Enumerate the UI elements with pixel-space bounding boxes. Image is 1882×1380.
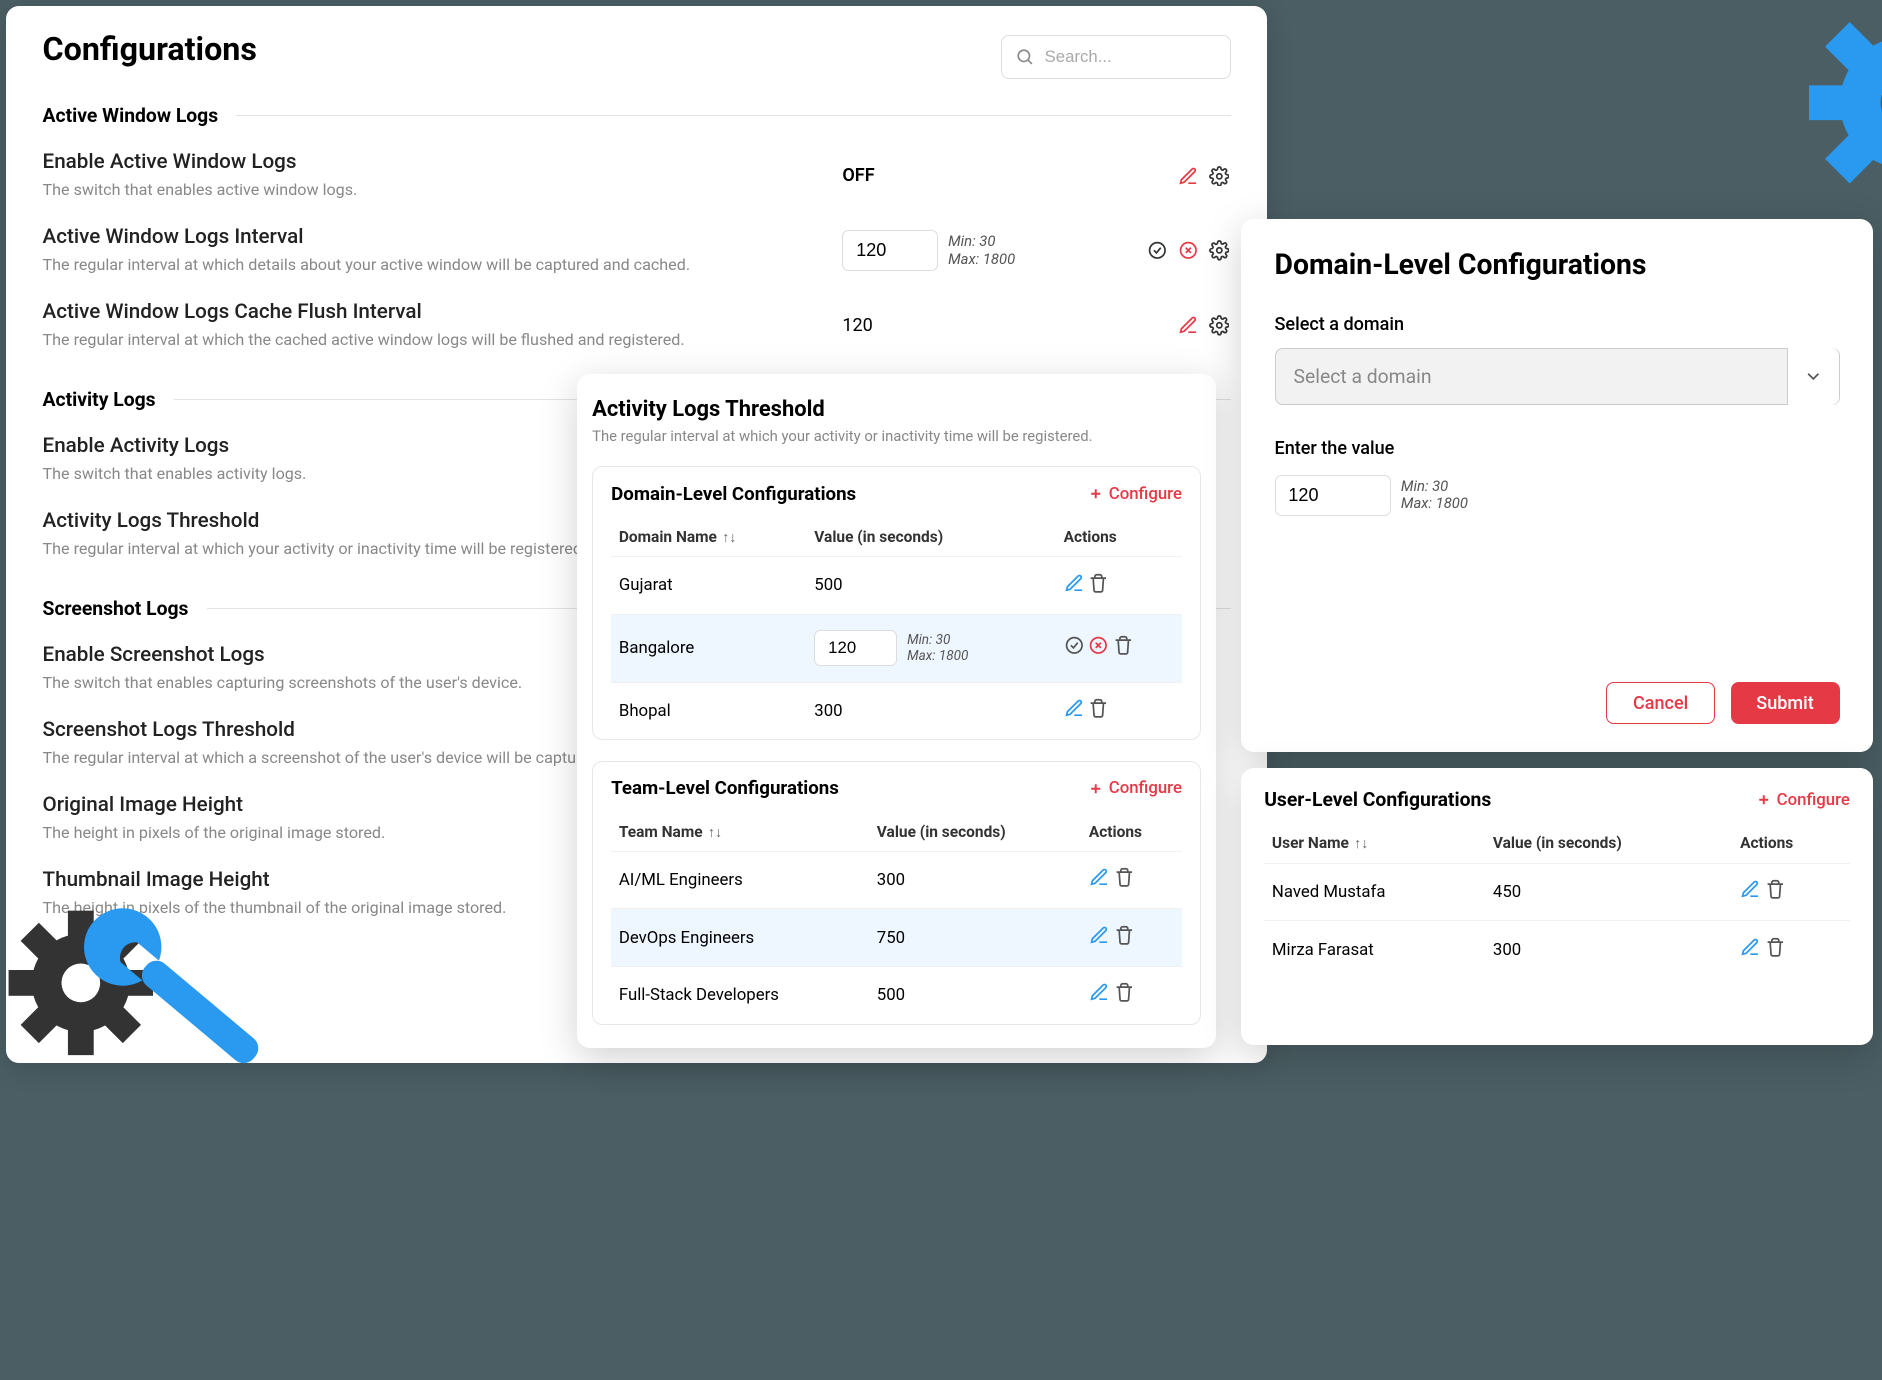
gear-blue-icon [1809,6,1882,200]
trash-icon[interactable] [1113,635,1134,656]
plus-icon [1756,792,1771,807]
trash-icon[interactable] [1114,867,1135,888]
pencil-icon[interactable] [1740,879,1761,900]
pencil-icon[interactable] [1064,573,1085,594]
detail-title: Activity Logs Threshold [592,397,1201,422]
interval-input[interactable] [842,230,937,271]
gears-decoration [1809,0,1882,245]
trash-icon[interactable] [1114,982,1135,1003]
configure-team-button[interactable]: Configure [1088,778,1182,798]
trash-icon[interactable] [1114,925,1135,946]
trash-icon[interactable] [1088,698,1109,719]
table-row: Gujarat 500 [611,557,1182,615]
domain-config-form: Domain-Level Configurations Select a dom… [1241,219,1873,752]
table-row: Naved Mustafa 450 [1264,863,1850,921]
configure-domain-button[interactable]: Configure [1088,484,1182,504]
team-level-box: Team-Level Configurations Configure Team… [592,761,1201,1025]
check-circle-icon[interactable] [1064,635,1085,656]
plus-icon [1088,486,1103,501]
trash-icon[interactable] [1088,573,1109,594]
table-row: Mirza Farasat 300 [1264,921,1850,978]
chevron-down-icon [1787,348,1839,405]
search-input[interactable] [1045,47,1200,67]
trash-icon[interactable] [1765,937,1786,958]
team-level-table: Team Name↑↓ Value (in seconds) Actions A… [611,812,1182,1023]
x-circle-icon[interactable] [1178,240,1199,261]
value-input[interactable] [1275,475,1391,516]
setting-value: OFF [842,165,874,186]
pencil-icon[interactable] [1178,166,1199,187]
domain-value-input[interactable] [814,630,897,666]
x-circle-icon[interactable] [1088,635,1109,656]
configure-user-button[interactable]: Configure [1756,790,1850,810]
pencil-icon[interactable] [1089,867,1110,888]
activity-logs-threshold-detail: Activity Logs Threshold The regular inte… [577,374,1217,1048]
search-icon [1015,47,1034,66]
pencil-icon[interactable] [1089,925,1110,946]
gear-icon[interactable] [1209,240,1230,261]
section-active-window: Active Window Logs [43,104,1231,127]
user-level-box: User-Level Configurations Configure User… [1241,768,1873,1045]
pencil-icon[interactable] [1064,698,1085,719]
detail-sub: The regular interval at which your activ… [592,427,1201,445]
gear-icon[interactable] [1209,315,1230,336]
submit-button[interactable]: Submit [1731,682,1840,723]
domain-level-box: Domain-Level Configurations Configure Do… [592,466,1201,740]
gear-icon[interactable] [1209,166,1230,187]
table-row: Bhopal 300 [611,682,1182,739]
domain-select[interactable]: Select a domain [1275,348,1840,405]
pencil-icon[interactable] [1178,315,1199,336]
table-row: Full-Stack Developers 500 [611,966,1182,1023]
setting-active-window-interval: Active Window Logs Interval The regular … [43,225,1231,277]
table-row: AI/ML Engineers 300 [611,851,1182,909]
cancel-button[interactable]: Cancel [1606,682,1715,723]
pencil-icon[interactable] [1089,982,1110,1003]
sort-icon: ↑↓ [722,530,736,546]
table-row: Bangalore Min: 30 Max: 1800 [611,614,1182,682]
sort-icon: ↑↓ [708,825,722,841]
setting-cache-flush-interval: Active Window Logs Cache Flush Interval … [43,300,1231,352]
check-circle-icon[interactable] [1147,240,1168,261]
domain-level-table: Domain Name↑↓ Value (in seconds) Actions… [611,517,1182,739]
pencil-icon[interactable] [1740,937,1761,958]
user-level-table: User Name↑↓ Value (in seconds) Actions N… [1264,824,1850,978]
search-box[interactable] [1001,35,1231,79]
right-title: Domain-Level Configurations [1275,248,1840,281]
sort-icon: ↑↓ [1354,836,1368,852]
plus-icon [1088,781,1103,796]
table-row: DevOps Engineers 750 [611,909,1182,967]
trash-icon[interactable] [1765,879,1786,900]
setting-enable-active-window: Enable Active Window Logs The switch tha… [43,150,1231,202]
